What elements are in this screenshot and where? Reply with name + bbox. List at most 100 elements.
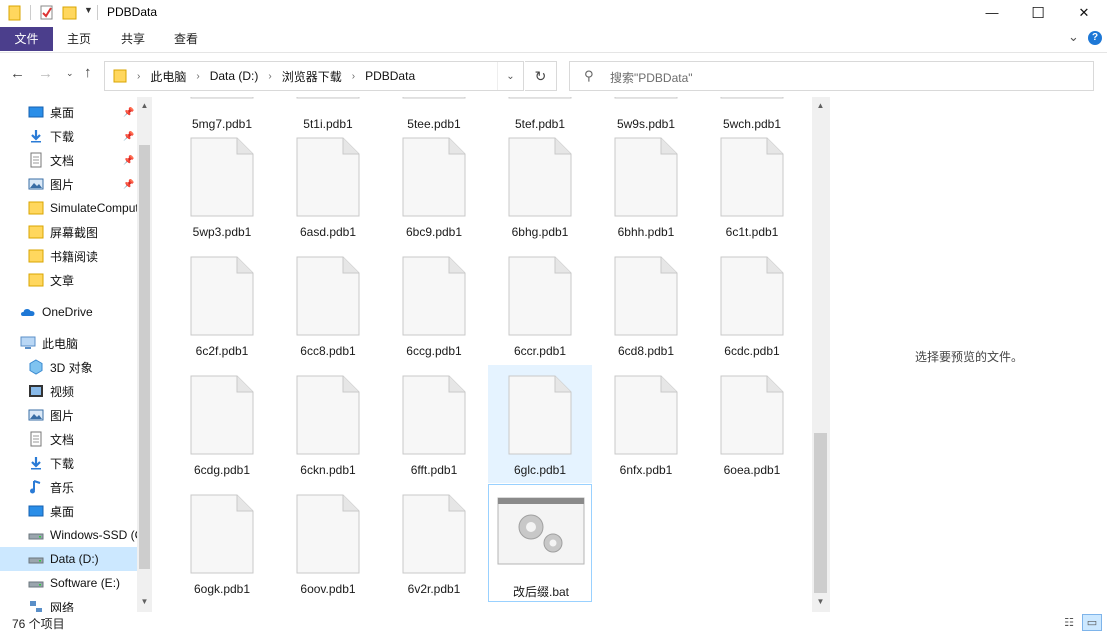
crumb-pdbdata[interactable]: PDBData xyxy=(365,69,415,83)
details-view-icon[interactable]: ☷ xyxy=(1059,614,1079,631)
nav-item[interactable]: 文档 📌 xyxy=(0,148,137,172)
file-item[interactable]: 5wp3.pdb1 xyxy=(170,127,274,245)
tab-home[interactable]: 主页 xyxy=(55,27,103,51)
nav-item[interactable]: 文章 xyxy=(0,268,137,292)
tab-file[interactable]: 文件 xyxy=(0,27,53,51)
refresh-icon: ↻ xyxy=(534,67,547,84)
file-item[interactable]: 6bhg.pdb1 xyxy=(488,127,592,245)
close-button[interactable]: ✕ xyxy=(1061,0,1107,25)
file-name: 6cc8.pdb1 xyxy=(300,344,356,358)
crumb-data-drive[interactable]: Data (D:) xyxy=(210,69,259,83)
nav-item-label: 屏幕截图 xyxy=(50,225,99,240)
forward-arrow-icon[interactable]: → xyxy=(38,65,53,82)
nav-item[interactable]: 桌面 📌 xyxy=(0,100,137,124)
content-scroll-thumb[interactable] xyxy=(814,433,827,593)
file-name: 6ccr.pdb1 xyxy=(513,344,567,358)
quick-access-dropdown-icon[interactable]: ▼ xyxy=(84,5,93,15)
file-item[interactable]: 6ogk.pdb1 xyxy=(170,484,274,602)
preview-message: 选择要预览的文件。 xyxy=(914,350,1023,364)
file-item[interactable]: 6bhh.pdb1 xyxy=(594,127,698,245)
nav-item[interactable]: 3D 对象 xyxy=(0,355,137,379)
chevron-right-icon[interactable]: › xyxy=(352,71,355,82)
maximize-button[interactable]: ☐ xyxy=(1015,0,1061,25)
file-name: 改后缀.bat xyxy=(512,585,570,599)
file-item[interactable]: 6c2f.pdb1 xyxy=(170,246,274,364)
nav-item[interactable]: OneDrive xyxy=(0,300,137,324)
nav-item[interactable]: 音乐 xyxy=(0,475,137,499)
nav-item-label: OneDrive xyxy=(42,305,93,319)
chevron-right-icon[interactable]: › xyxy=(196,71,199,82)
nav-item[interactable]: 视频 xyxy=(0,379,137,403)
file-item[interactable]: 6cdg.pdb1 xyxy=(170,365,274,483)
expand-ribbon-icon[interactable]: ⌄ xyxy=(1068,29,1079,45)
search-input[interactable]: ⚲ 搜索"PDBData" xyxy=(569,61,1094,91)
large-icons-view-icon[interactable]: ▭ xyxy=(1082,614,1102,631)
minimize-button[interactable]: — xyxy=(969,0,1015,25)
nav-item[interactable]: Data (D:) xyxy=(0,547,137,571)
file-item[interactable]: 改后缀.bat xyxy=(488,484,592,602)
file-item[interactable]: 6ckn.pdb1 xyxy=(276,365,380,483)
scroll-down-icon[interactable]: ▼ xyxy=(137,597,152,606)
file-item[interactable]: 6cd8.pdb1 xyxy=(594,246,698,364)
nav-item[interactable]: 书籍阅读 xyxy=(0,244,137,268)
scroll-up-icon[interactable]: ▲ xyxy=(813,101,828,110)
refresh-button[interactable]: ↻ xyxy=(525,61,557,91)
folder-icon xyxy=(28,200,44,216)
file-item[interactable]: 6v2r.pdb1 xyxy=(382,484,486,602)
nav-item[interactable]: 下载 📌 xyxy=(0,124,137,148)
scroll-down-icon[interactable]: ▼ xyxy=(813,597,828,606)
download-icon xyxy=(28,455,44,471)
file-item[interactable]: 6bc9.pdb1 xyxy=(382,127,486,245)
content-scrollbar[interactable]: ▲ ▼ xyxy=(812,97,829,612)
file-item[interactable]: 6c1t.pdb1 xyxy=(700,127,804,245)
tab-share[interactable]: 共享 xyxy=(109,27,157,51)
file-icon xyxy=(190,97,254,99)
folder-icon xyxy=(28,272,44,288)
file-item[interactable]: 6oea.pdb1 xyxy=(700,365,804,483)
file-name: 6nfx.pdb1 xyxy=(619,463,673,477)
nav-scroll-thumb[interactable] xyxy=(139,145,150,569)
nav-item[interactable]: Software (E:) xyxy=(0,571,137,595)
nav-item[interactable]: 网络 xyxy=(0,595,137,612)
nav-item[interactable]: 屏幕截图 xyxy=(0,220,137,244)
nav-item[interactable]: 桌面 xyxy=(0,499,137,523)
item-count: 76 个项目 xyxy=(12,617,65,631)
up-arrow-icon[interactable]: ↑ xyxy=(84,64,92,81)
download-icon xyxy=(28,128,44,144)
nav-item[interactable]: SimulateComputer xyxy=(0,196,137,220)
crumb-this-pc[interactable]: 此电脑 xyxy=(150,68,186,85)
file-item[interactable]: 6ccr.pdb1 xyxy=(488,246,592,364)
recent-locations-chevron-icon[interactable]: ⌄ xyxy=(66,68,74,79)
file-item[interactable]: 6asd.pdb1 xyxy=(276,127,380,245)
nav-item[interactable]: 图片 📌 xyxy=(0,172,137,196)
nav-item-label: 视频 xyxy=(50,384,75,399)
chevron-right-icon[interactable]: › xyxy=(268,71,271,82)
properties-icon[interactable] xyxy=(39,4,55,21)
scroll-up-icon[interactable]: ▲ xyxy=(137,101,152,110)
nav-item[interactable]: 文档 xyxy=(0,427,137,451)
window-title: PDBData xyxy=(107,5,158,19)
file-item[interactable]: 6cdc.pdb1 xyxy=(700,246,804,364)
file-explorer-window: ▼ PDBData — ☐ ✕ 文件 主页 共享 查看 ⌄ ? ← → ⌄ ↑ … xyxy=(0,0,1107,633)
file-item[interactable]: 6fft.pdb1 xyxy=(382,365,486,483)
file-icon xyxy=(508,97,572,99)
back-arrow-icon[interactable]: ← xyxy=(10,65,25,82)
nav-scrollbar[interactable]: ▲ ▼ xyxy=(137,97,152,612)
nav-item[interactable]: 图片 xyxy=(0,403,137,427)
nav-item[interactable]: 下载 xyxy=(0,451,137,475)
nav-item[interactable]: Windows-SSD (C:) xyxy=(0,523,137,547)
file-name: 6v2r.pdb1 xyxy=(407,582,461,596)
address-dropdown-icon[interactable]: ⌄ xyxy=(497,62,523,90)
file-item[interactable]: 6glc.pdb1 xyxy=(488,365,592,483)
file-item[interactable]: 6ccg.pdb1 xyxy=(382,246,486,364)
crumb-browser-downloads[interactable]: 浏览器下载 xyxy=(282,68,342,85)
tab-view[interactable]: 查看 xyxy=(162,27,210,51)
file-item[interactable]: 6oov.pdb1 xyxy=(276,484,380,602)
help-icon[interactable]: ? xyxy=(1088,31,1102,45)
new-folder-icon[interactable] xyxy=(62,4,78,21)
desktop-icon xyxy=(28,503,44,519)
file-item[interactable]: 6nfx.pdb1 xyxy=(594,365,698,483)
file-item[interactable]: 6cc8.pdb1 xyxy=(276,246,380,364)
address-bar[interactable]: › 此电脑 › Data (D:) › 浏览器下载 › PDBData ⌄ xyxy=(104,61,524,91)
nav-item[interactable]: 此电脑 xyxy=(0,331,137,355)
